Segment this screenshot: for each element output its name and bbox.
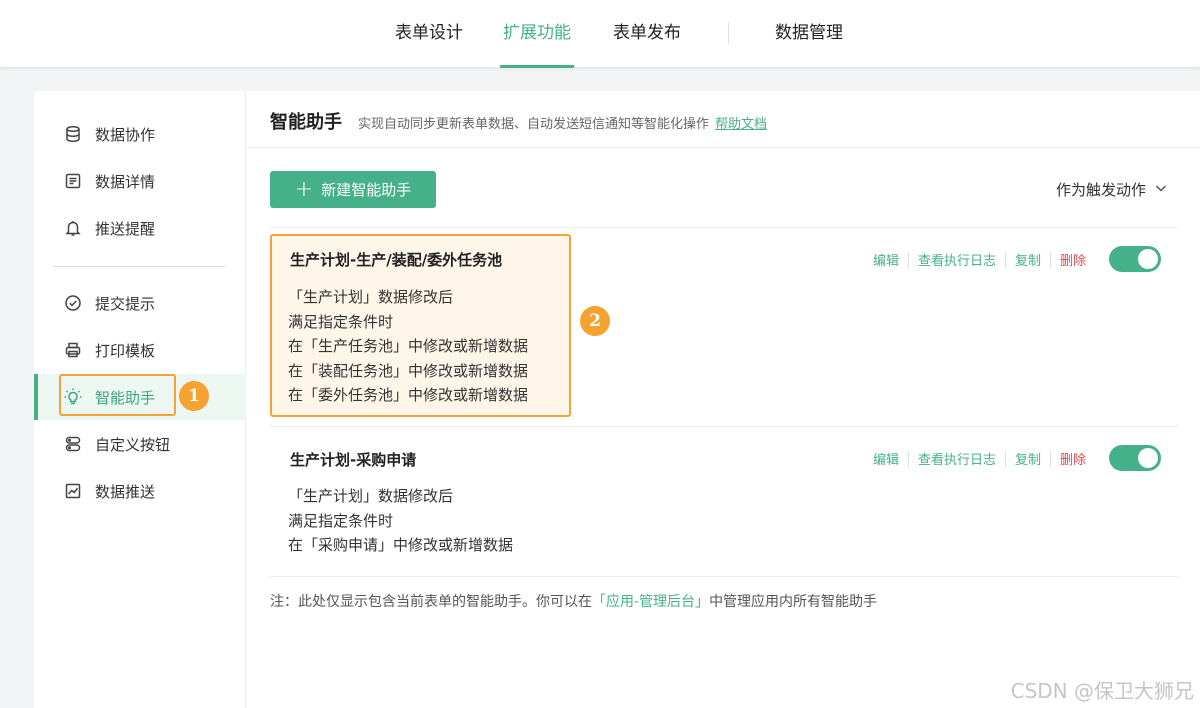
delete-button[interactable]: 删除 (1051, 449, 1095, 468)
assistant-card-line: 在「委外任务池」中修改或新增数据 (288, 386, 529, 404)
tab-divider (728, 22, 729, 44)
sidebar-item-data-collaboration[interactable]: 数据协作 (34, 111, 246, 157)
watermark: CSDN @保卫大狮兄 (1010, 679, 1194, 703)
sidebar-item-label: 推送提醒 (95, 219, 156, 238)
footer-note-prefix: 注：此处仅显示包含当前表单的智能助手。你可以在 (270, 594, 592, 610)
check-circle-icon (62, 292, 84, 314)
sidebar-item-label: 提交提示 (95, 294, 156, 313)
chevron-down-icon (1154, 181, 1168, 199)
divider (270, 576, 1178, 577)
chart-icon (62, 480, 84, 502)
top-navigation: 表单设计 扩展功能 表单发布 数据管理 (0, 0, 1200, 68)
sidebar-item-label: 打印模板 (95, 341, 156, 360)
lightbulb-icon (62, 386, 84, 408)
divider (270, 426, 1178, 427)
plus-icon: + (294, 176, 314, 202)
assistant-card-line: 在「装配任务池」中修改或新增数据 (288, 362, 529, 380)
sidebar: 数据协作 数据详情 推送提醒 提交提示 打印模板 智能助手 自定义按钮 数据推送… (34, 91, 246, 708)
delete-button[interactable]: 删除 (1051, 250, 1095, 269)
footer-note: 注：此处仅显示包含当前表单的智能助手。你可以在「应用-管理后台」中管理应用内所有… (270, 591, 877, 611)
help-docs-link[interactable]: 帮助文档 (715, 117, 767, 132)
sidebar-item-label: 数据推送 (95, 482, 156, 501)
sidebar-item-data-details[interactable]: 数据详情 (34, 158, 246, 204)
bell-icon (62, 217, 84, 239)
annotation-marker-two: 2 (580, 306, 610, 336)
sidebar-item-label: 数据协作 (95, 125, 156, 144)
view-log-button[interactable]: 查看执行日志 (909, 449, 1005, 468)
sidebar-item-push-reminder[interactable]: 推送提醒 (34, 205, 246, 251)
tab-extensions[interactable]: 扩展功能 (500, 0, 574, 68)
page-description-text: 实现自动同步更新表单数据、自动发送短信通知等智能化操作 (358, 117, 710, 132)
assistant-card-title: 生产计划-采购申请 (290, 451, 417, 469)
assistant-card-actions: 编辑 查看执行日志 复制 删除 (864, 449, 1095, 468)
edit-button[interactable]: 编辑 (864, 250, 908, 269)
sidebar-item-data-push[interactable]: 数据推送 (34, 468, 246, 514)
assistant-card-line: 满足指定条件时 (288, 313, 394, 331)
edit-button[interactable]: 编辑 (864, 449, 908, 468)
copy-button[interactable]: 复制 (1006, 449, 1050, 468)
database-icon (62, 123, 84, 145)
new-assistant-label: 新建智能助手 (321, 181, 412, 199)
assistant-card-title: 生产计划-生产/装配/委外任务池 (290, 251, 503, 269)
sidebar-item-custom-button[interactable]: 自定义按钮 (34, 421, 246, 467)
assistant-card-line: 满足指定条件时 (288, 512, 394, 530)
sidebar-divider (53, 266, 226, 267)
page-title: 智能助手 (270, 112, 342, 133)
enable-toggle[interactable] (1109, 445, 1161, 471)
main-panel: 智能助手 实现自动同步更新表单数据、自动发送短信通知等智能化操作 帮助文档 + 新… (246, 91, 1200, 708)
assistant-card-actions: 编辑 查看执行日志 复制 删除 (864, 250, 1095, 269)
trigger-action-dropdown[interactable]: 作为触发动作 (1056, 179, 1168, 200)
main-header: 智能助手 实现自动同步更新表单数据、自动发送短信通知等智能化操作 帮助文档 (246, 91, 1200, 148)
copy-button[interactable]: 复制 (1006, 250, 1050, 269)
footer-note-suffix: 中管理应用内所有智能助手 (709, 594, 878, 610)
admin-backend-link[interactable]: 「应用-管理后台」 (592, 594, 709, 610)
sidebar-item-print-template[interactable]: 打印模板 (34, 327, 246, 373)
tab-form-design[interactable]: 表单设计 (392, 0, 466, 68)
view-log-button[interactable]: 查看执行日志 (909, 250, 1005, 269)
sidebar-item-label: 智能助手 (95, 388, 156, 407)
assistant-card-line: 「生产计划」数据修改后 (288, 288, 454, 306)
sidebar-item-label: 自定义按钮 (95, 435, 171, 454)
tab-data-management[interactable]: 数据管理 (772, 0, 846, 68)
assistant-card-line: 在「采购申请」中修改或新增数据 (288, 536, 514, 554)
document-icon (62, 170, 84, 192)
divider (270, 227, 1178, 228)
printer-icon (62, 339, 84, 361)
sidebar-item-submit-tips[interactable]: 提交提示 (34, 280, 246, 326)
tab-form-publish[interactable]: 表单发布 (610, 0, 684, 68)
sidebar-item-label: 数据详情 (95, 172, 156, 191)
new-assistant-button[interactable]: + 新建智能助手 (270, 171, 436, 208)
trigger-action-label: 作为触发动作 (1055, 181, 1146, 199)
enable-toggle[interactable] (1109, 246, 1161, 272)
buttons-icon (62, 433, 84, 455)
annotation-marker-one: 1 (179, 381, 209, 411)
page-description: 实现自动同步更新表单数据、自动发送短信通知等智能化操作 帮助文档 (358, 113, 767, 132)
assistant-card-line: 「生产计划」数据修改后 (288, 487, 454, 505)
assistant-card-line: 在「生产任务池」中修改或新增数据 (288, 337, 529, 355)
sidebar-item-smart-assistant[interactable]: 智能助手 (34, 374, 246, 420)
